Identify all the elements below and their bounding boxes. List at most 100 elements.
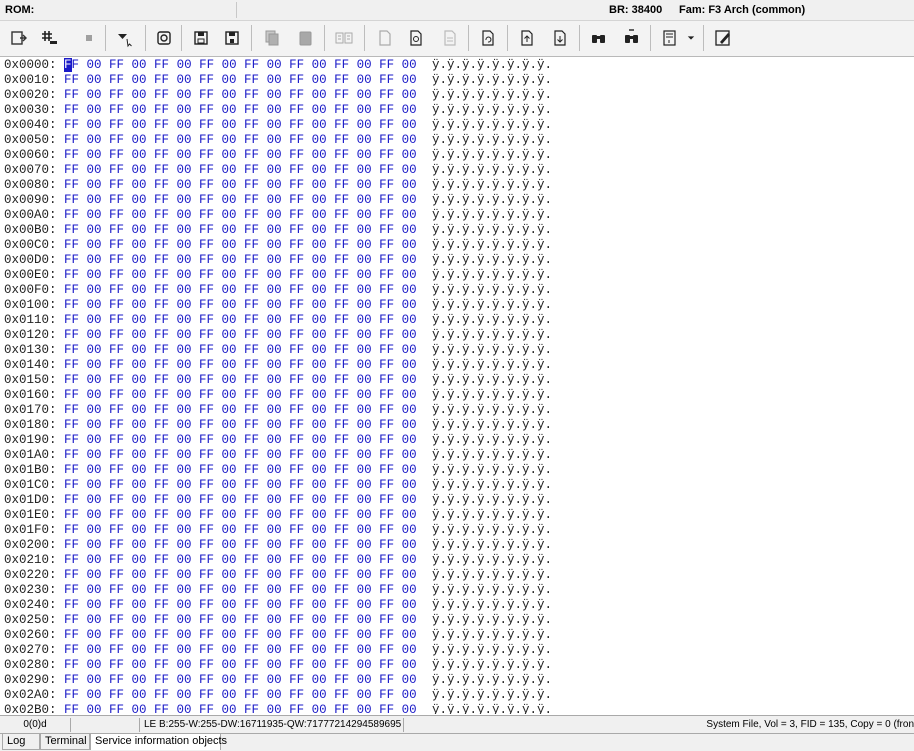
hex-row[interactable]: 0x0090: FF 00 FF 00 FF 00 FF 00 FF 00 FF…	[4, 193, 552, 208]
hex-bytes[interactable]: FF 00 FF 00 FF 00 FF 00 FF 00 FF 00 FF 0…	[64, 148, 417, 162]
hex-ascii[interactable]: ÿ.ÿ.ÿ.ÿ.ÿ.ÿ.ÿ.ÿ.	[432, 628, 552, 643]
hex-row[interactable]: 0x0180: FF 00 FF 00 FF 00 FF 00 FF 00 FF…	[4, 418, 552, 433]
download-button[interactable]	[547, 25, 573, 51]
hex-ascii[interactable]: ÿ.ÿ.ÿ.ÿ.ÿ.ÿ.ÿ.ÿ.	[432, 658, 552, 673]
hex-ascii[interactable]: ÿ.ÿ.ÿ.ÿ.ÿ.ÿ.ÿ.ÿ.	[432, 208, 552, 223]
hex-bytes[interactable]: FF 00 FF 00 FF 00 FF 00 FF 00 FF 00 FF 0…	[64, 643, 417, 657]
hex-row[interactable]: 0x0000: FF 00 FF 00 FF 00 FF 00 FF 00 FF…	[4, 58, 552, 73]
dropdown-button[interactable]	[111, 25, 137, 51]
hex-ascii[interactable]: ÿ.ÿ.ÿ.ÿ.ÿ.ÿ.ÿ.ÿ.	[432, 223, 552, 238]
hex-bytes[interactable]: FF 00 FF 00 FF 00 FF 00 FF 00 FF 00 FF 0…	[64, 118, 417, 132]
hex-row[interactable]: 0x00E0: FF 00 FF 00 FF 00 FF 00 FF 00 FF…	[4, 268, 552, 283]
hex-bytes[interactable]: FF 00 FF 00 FF 00 FF 00 FF 00 FF 00 FF 0…	[64, 493, 417, 507]
hex-editor-view[interactable]: 0x0000: FF 00 FF 00 FF 00 FF 00 FF 00 FF…	[0, 57, 914, 714]
hex-ascii[interactable]: ÿ.ÿ.ÿ.ÿ.ÿ.ÿ.ÿ.ÿ.	[432, 523, 552, 538]
hex-bytes[interactable]: FF 00 FF 00 FF 00 FF 00 FF 00 FF 00 FF 0…	[64, 193, 417, 207]
hex-row[interactable]: 0x0080: FF 00 FF 00 FF 00 FF 00 FF 00 FF…	[4, 178, 552, 193]
hex-ascii[interactable]: ÿ.ÿ.ÿ.ÿ.ÿ.ÿ.ÿ.ÿ.	[432, 553, 552, 568]
hex-ascii[interactable]: ÿ.ÿ.ÿ.ÿ.ÿ.ÿ.ÿ.ÿ.	[432, 493, 552, 508]
hex-ascii[interactable]: ÿ.ÿ.ÿ.ÿ.ÿ.ÿ.ÿ.ÿ.	[432, 613, 552, 628]
copy-button[interactable]	[259, 25, 285, 51]
hex-row[interactable]: 0x0250: FF 00 FF 00 FF 00 FF 00 FF 00 FF…	[4, 613, 552, 628]
tab-log[interactable]: Log	[2, 734, 40, 750]
save-button[interactable]	[188, 25, 214, 51]
hex-bytes[interactable]: FF 00 FF 00 FF 00 FF 00 FF 00 FF 00 FF 0…	[64, 133, 417, 147]
hex-ascii[interactable]: ÿ.ÿ.ÿ.ÿ.ÿ.ÿ.ÿ.ÿ.	[432, 568, 552, 583]
hex-bytes[interactable]: FF 00 FF 00 FF 00 FF 00 FF 00 FF 00 FF 0…	[64, 478, 417, 492]
upload-button[interactable]	[514, 25, 540, 51]
hex-bytes[interactable]: FF 00 FF 00 FF 00 FF 00 FF 00 FF 00 FF 0…	[64, 208, 417, 222]
hex-bytes[interactable]: FF 00 FF 00 FF 00 FF 00 FF 00 FF 00 FF 0…	[64, 613, 417, 627]
hex-ascii[interactable]: ÿ.ÿ.ÿ.ÿ.ÿ.ÿ.ÿ.ÿ.	[432, 148, 552, 163]
hex-ascii[interactable]: ÿ.ÿ.ÿ.ÿ.ÿ.ÿ.ÿ.ÿ.	[432, 358, 552, 373]
chip-read-button[interactable]	[151, 25, 177, 51]
hex-bytes[interactable]: FF 00 FF 00 FF 00 FF 00 FF 00 FF 00 FF 0…	[64, 403, 417, 417]
hex-bytes[interactable]: FF 00 FF 00 FF 00 FF 00 FF 00 FF 00 FF 0…	[64, 238, 417, 252]
hex-row[interactable]: 0x0270: FF 00 FF 00 FF 00 FF 00 FF 00 FF…	[4, 643, 552, 658]
hex-bytes[interactable]: FF 00 FF 00 FF 00 FF 00 FF 00 FF 00 FF 0…	[64, 568, 417, 582]
hex-row[interactable]: 0x0130: FF 00 FF 00 FF 00 FF 00 FF 00 FF…	[4, 343, 552, 358]
hex-row[interactable]: 0x01B0: FF 00 FF 00 FF 00 FF 00 FF 00 FF…	[4, 463, 552, 478]
hex-ascii[interactable]: ÿ.ÿ.ÿ.ÿ.ÿ.ÿ.ÿ.ÿ.	[432, 178, 552, 193]
hex-bytes[interactable]: FF 00 FF 00 FF 00 FF 00 FF 00 FF 00 FF 0…	[64, 628, 417, 642]
hex-ascii[interactable]: ÿ.ÿ.ÿ.ÿ.ÿ.ÿ.ÿ.ÿ.	[432, 343, 552, 358]
hex-ascii[interactable]: ÿ.ÿ.ÿ.ÿ.ÿ.ÿ.ÿ.ÿ.	[432, 643, 552, 658]
find-button[interactable]	[586, 25, 612, 51]
script-button[interactable]	[657, 25, 683, 51]
edit-button[interactable]	[710, 25, 736, 51]
hex-row[interactable]: 0x0040: FF 00 FF 00 FF 00 FF 00 FF 00 FF…	[4, 118, 552, 133]
hex-ascii[interactable]: ÿ.ÿ.ÿ.ÿ.ÿ.ÿ.ÿ.ÿ.	[432, 373, 552, 388]
hex-ascii[interactable]: ÿ.ÿ.ÿ.ÿ.ÿ.ÿ.ÿ.ÿ.	[432, 313, 552, 328]
hex-ascii[interactable]: ÿ.ÿ.ÿ.ÿ.ÿ.ÿ.ÿ.ÿ.	[432, 163, 552, 178]
hex-ascii[interactable]: ÿ.ÿ.ÿ.ÿ.ÿ.ÿ.ÿ.ÿ.	[432, 703, 552, 714]
hex-bytes[interactable]: FF 00 FF 00 FF 00 FF 00 FF 00 FF 00 FF 0…	[64, 283, 417, 297]
hex-bytes[interactable]: FF 00 FF 00 FF 00 FF 00 FF 00 FF 00 FF 0…	[64, 673, 417, 687]
hex-row[interactable]: 0x0190: FF 00 FF 00 FF 00 FF 00 FF 00 FF…	[4, 433, 552, 448]
hex-ascii[interactable]: ÿ.ÿ.ÿ.ÿ.ÿ.ÿ.ÿ.ÿ.	[432, 238, 552, 253]
hex-ascii[interactable]: ÿ.ÿ.ÿ.ÿ.ÿ.ÿ.ÿ.ÿ.	[432, 598, 552, 613]
hex-row[interactable]: 0x0150: FF 00 FF 00 FF 00 FF 00 FF 00 FF…	[4, 373, 552, 388]
hex-ascii[interactable]: ÿ.ÿ.ÿ.ÿ.ÿ.ÿ.ÿ.ÿ.	[432, 73, 552, 88]
hex-ascii[interactable]: ÿ.ÿ.ÿ.ÿ.ÿ.ÿ.ÿ.ÿ.	[432, 193, 552, 208]
hex-row[interactable]: 0x02A0: FF 00 FF 00 FF 00 FF 00 FF 00 FF…	[4, 688, 552, 703]
hex-bytes[interactable]: FF 00 FF 00 FF 00 FF 00 FF 00 FF 00 FF 0…	[64, 358, 417, 372]
hex-ascii[interactable]: ÿ.ÿ.ÿ.ÿ.ÿ.ÿ.ÿ.ÿ.	[432, 103, 552, 118]
find-next-button[interactable]	[619, 25, 645, 51]
hex-row[interactable]: 0x00A0: FF 00 FF 00 FF 00 FF 00 FF 00 FF…	[4, 208, 552, 223]
hex-bytes[interactable]: FF 00 FF 00 FF 00 FF 00 FF 00 FF 00 FF 0…	[64, 178, 417, 192]
hex-bytes[interactable]: FF 00 FF 00 FF 00 FF 00 FF 00 FF 00 FF 0…	[64, 523, 417, 537]
hex-row[interactable]: 0x0210: FF 00 FF 00 FF 00 FF 00 FF 00 FF…	[4, 553, 552, 568]
hex-bytes[interactable]: FF 00 FF 00 FF 00 FF 00 FF 00 FF 00 FF 0…	[64, 253, 417, 267]
hex-ascii[interactable]: ÿ.ÿ.ÿ.ÿ.ÿ.ÿ.ÿ.ÿ.	[432, 133, 552, 148]
hex-row[interactable]: 0x0200: FF 00 FF 00 FF 00 FF 00 FF 00 FF…	[4, 538, 552, 553]
hex-row[interactable]: 0x00F0: FF 00 FF 00 FF 00 FF 00 FF 00 FF…	[4, 283, 552, 298]
hex-row[interactable]: 0x0170: FF 00 FF 00 FF 00 FF 00 FF 00 FF…	[4, 403, 552, 418]
hex-bytes[interactable]: FF 00 FF 00 FF 00 FF 00 FF 00 FF 00 FF 0…	[64, 103, 417, 117]
hex-ascii[interactable]: ÿ.ÿ.ÿ.ÿ.ÿ.ÿ.ÿ.ÿ.	[432, 88, 552, 103]
hex-row[interactable]: 0x00C0: FF 00 FF 00 FF 00 FF 00 FF 00 FF…	[4, 238, 552, 253]
hex-ascii[interactable]: ÿ.ÿ.ÿ.ÿ.ÿ.ÿ.ÿ.ÿ.	[432, 688, 552, 703]
hex-row[interactable]: 0x0020: FF 00 FF 00 FF 00 FF 00 FF 00 FF…	[4, 88, 552, 103]
hex-bytes[interactable]: FF 00 FF 00 FF 00 FF 00 FF 00 FF 00 FF 0…	[64, 388, 417, 402]
hex-bytes[interactable]: FF 00 FF 00 FF 00 FF 00 FF 00 FF 00 FF 0…	[64, 418, 417, 432]
tab-service-information-objects[interactable]: Service information objects	[90, 734, 227, 750]
hash-button[interactable]	[36, 25, 62, 51]
hex-ascii[interactable]: ÿ.ÿ.ÿ.ÿ.ÿ.ÿ.ÿ.ÿ.	[432, 268, 552, 283]
hex-bytes[interactable]: FF 00 FF 00 FF 00 FF 00 FF 00 FF 00 FF 0…	[64, 343, 417, 357]
hex-row[interactable]: 0x0240: FF 00 FF 00 FF 00 FF 00 FF 00 FF…	[4, 598, 552, 613]
hex-bytes[interactable]: FF 00 FF 00 FF 00 FF 00 FF 00 FF 00 FF 0…	[64, 433, 417, 447]
hex-ascii[interactable]: ÿ.ÿ.ÿ.ÿ.ÿ.ÿ.ÿ.ÿ.	[432, 463, 552, 478]
tab-terminal[interactable]: Terminal	[40, 734, 90, 750]
hex-row[interactable]: 0x0070: FF 00 FF 00 FF 00 FF 00 FF 00 FF…	[4, 163, 552, 178]
compare-button[interactable]	[331, 25, 357, 51]
hex-ascii[interactable]: ÿ.ÿ.ÿ.ÿ.ÿ.ÿ.ÿ.ÿ.	[432, 538, 552, 553]
hex-bytes[interactable]: FF 00 FF 00 FF 00 FF 00 FF 00 FF 00 FF 0…	[64, 268, 417, 282]
hex-bytes[interactable]: FF 00 FF 00 FF 00 FF 00 FF 00 FF 00 FF 0…	[64, 73, 417, 87]
hex-row[interactable]: 0x0010: FF 00 FF 00 FF 00 FF 00 FF 00 FF…	[4, 73, 552, 88]
hex-bytes[interactable]: FF 00 FF 00 FF 00 FF 00 FF 00 FF 00 FF 0…	[64, 163, 417, 177]
hex-ascii[interactable]: ÿ.ÿ.ÿ.ÿ.ÿ.ÿ.ÿ.ÿ.	[432, 388, 552, 403]
hex-bytes[interactable]: FF 00 FF 00 FF 00 FF 00 FF 00 FF 00 FF 0…	[64, 88, 417, 102]
hex-bytes[interactable]: FF 00 FF 00 FF 00 FF 00 FF 00 FF 00 FF 0…	[64, 658, 417, 672]
hex-ascii[interactable]: ÿ.ÿ.ÿ.ÿ.ÿ.ÿ.ÿ.ÿ.	[432, 418, 552, 433]
hex-row[interactable]: 0x01C0: FF 00 FF 00 FF 00 FF 00 FF 00 FF…	[4, 478, 552, 493]
